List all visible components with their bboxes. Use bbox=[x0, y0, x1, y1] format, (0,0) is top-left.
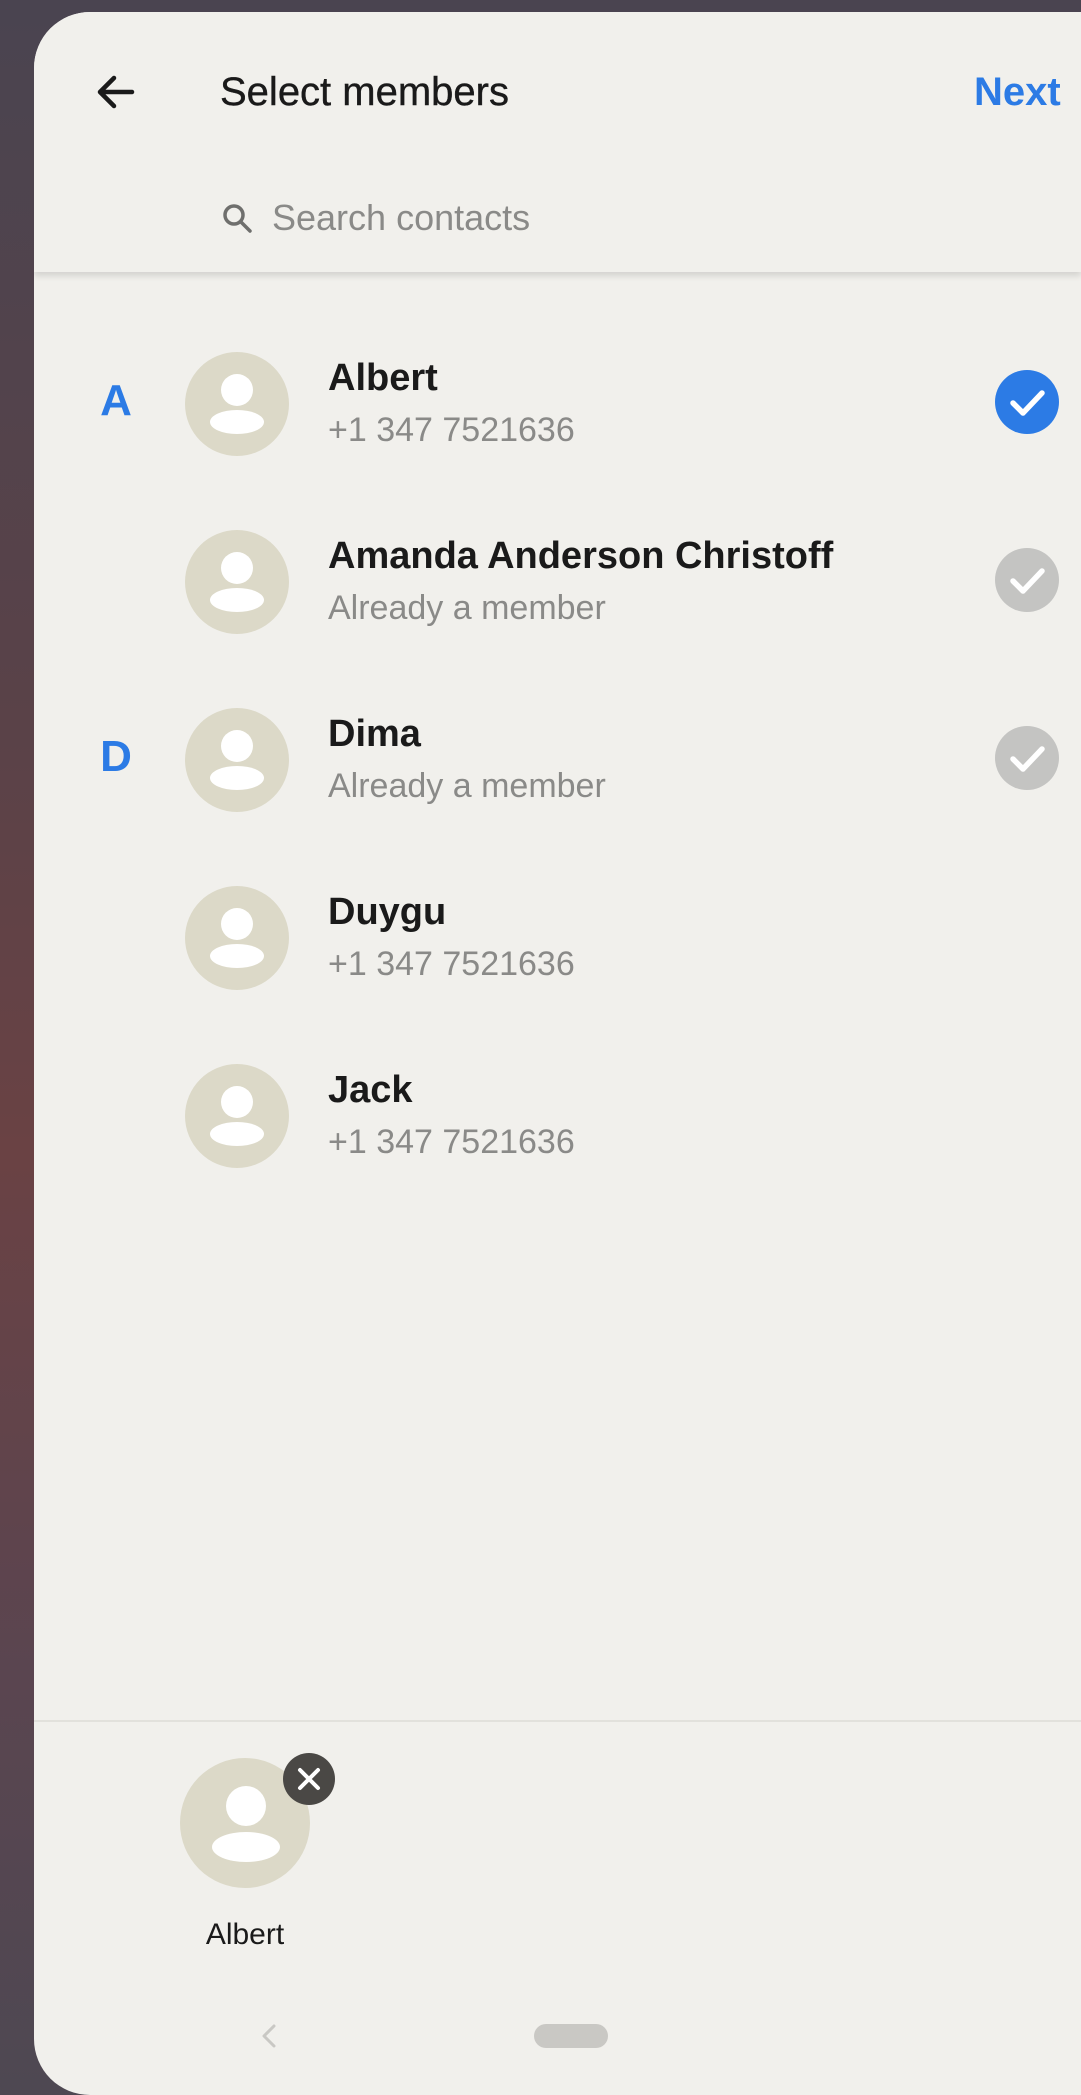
contact-subtitle: +1 347 7521636 bbox=[328, 411, 575, 449]
search-input[interactable]: Search contacts bbox=[220, 188, 920, 248]
arrow-left-icon bbox=[97, 75, 135, 109]
close-circle-icon[interactable] bbox=[282, 1752, 336, 1806]
contact-subtitle: Already a member bbox=[328, 589, 606, 627]
contact-subtitle: +1 347 7521636 bbox=[328, 945, 575, 983]
selected-member-chip[interactable]: Albert bbox=[180, 1753, 335, 1951]
avatar bbox=[185, 708, 289, 812]
avatar bbox=[185, 1064, 289, 1168]
contact-name: Amanda Anderson Christoff bbox=[328, 535, 834, 577]
contact-subtitle: Already a member bbox=[328, 767, 606, 805]
contact-name: Jack bbox=[328, 1069, 413, 1111]
select-members-screen: Select members Next Search contacts A D … bbox=[34, 12, 1081, 2095]
search-placeholder: Search contacts bbox=[272, 197, 531, 238]
contact-row[interactable]: Albert +1 347 7521636 bbox=[34, 317, 1081, 495]
check-circle-icon bbox=[995, 726, 1059, 790]
back-button[interactable] bbox=[86, 62, 146, 122]
selected-member-name: Albert bbox=[205, 1918, 285, 1951]
next-button[interactable]: Next bbox=[974, 70, 1061, 115]
contact-row[interactable]: Duygu +1 347 7521636 bbox=[34, 851, 1081, 1029]
avatar bbox=[185, 352, 289, 456]
contact-name: Dima bbox=[328, 713, 421, 755]
home-pill[interactable] bbox=[534, 2024, 608, 2048]
chevron-left-icon[interactable] bbox=[252, 2018, 288, 2054]
search-icon bbox=[223, 204, 252, 233]
app-header: Select members Next Search contacts bbox=[34, 12, 1081, 272]
contact-row[interactable]: Amanda Anderson Christoff Already a memb… bbox=[34, 495, 1081, 673]
avatar bbox=[185, 530, 289, 634]
contact-name: Duygu bbox=[328, 891, 447, 933]
tray-divider bbox=[34, 1720, 1081, 1722]
page-title: Select members bbox=[220, 70, 509, 114]
check-circle-icon[interactable] bbox=[994, 369, 1060, 435]
contact-subtitle: +1 347 7521636 bbox=[328, 1123, 575, 1161]
avatar bbox=[185, 886, 289, 990]
contact-row[interactable]: Dima Already a member bbox=[34, 673, 1081, 851]
contact-row[interactable]: Jack +1 347 7521636 bbox=[34, 1029, 1081, 1207]
check-circle-icon bbox=[995, 548, 1059, 612]
contact-name: Albert bbox=[328, 357, 438, 399]
